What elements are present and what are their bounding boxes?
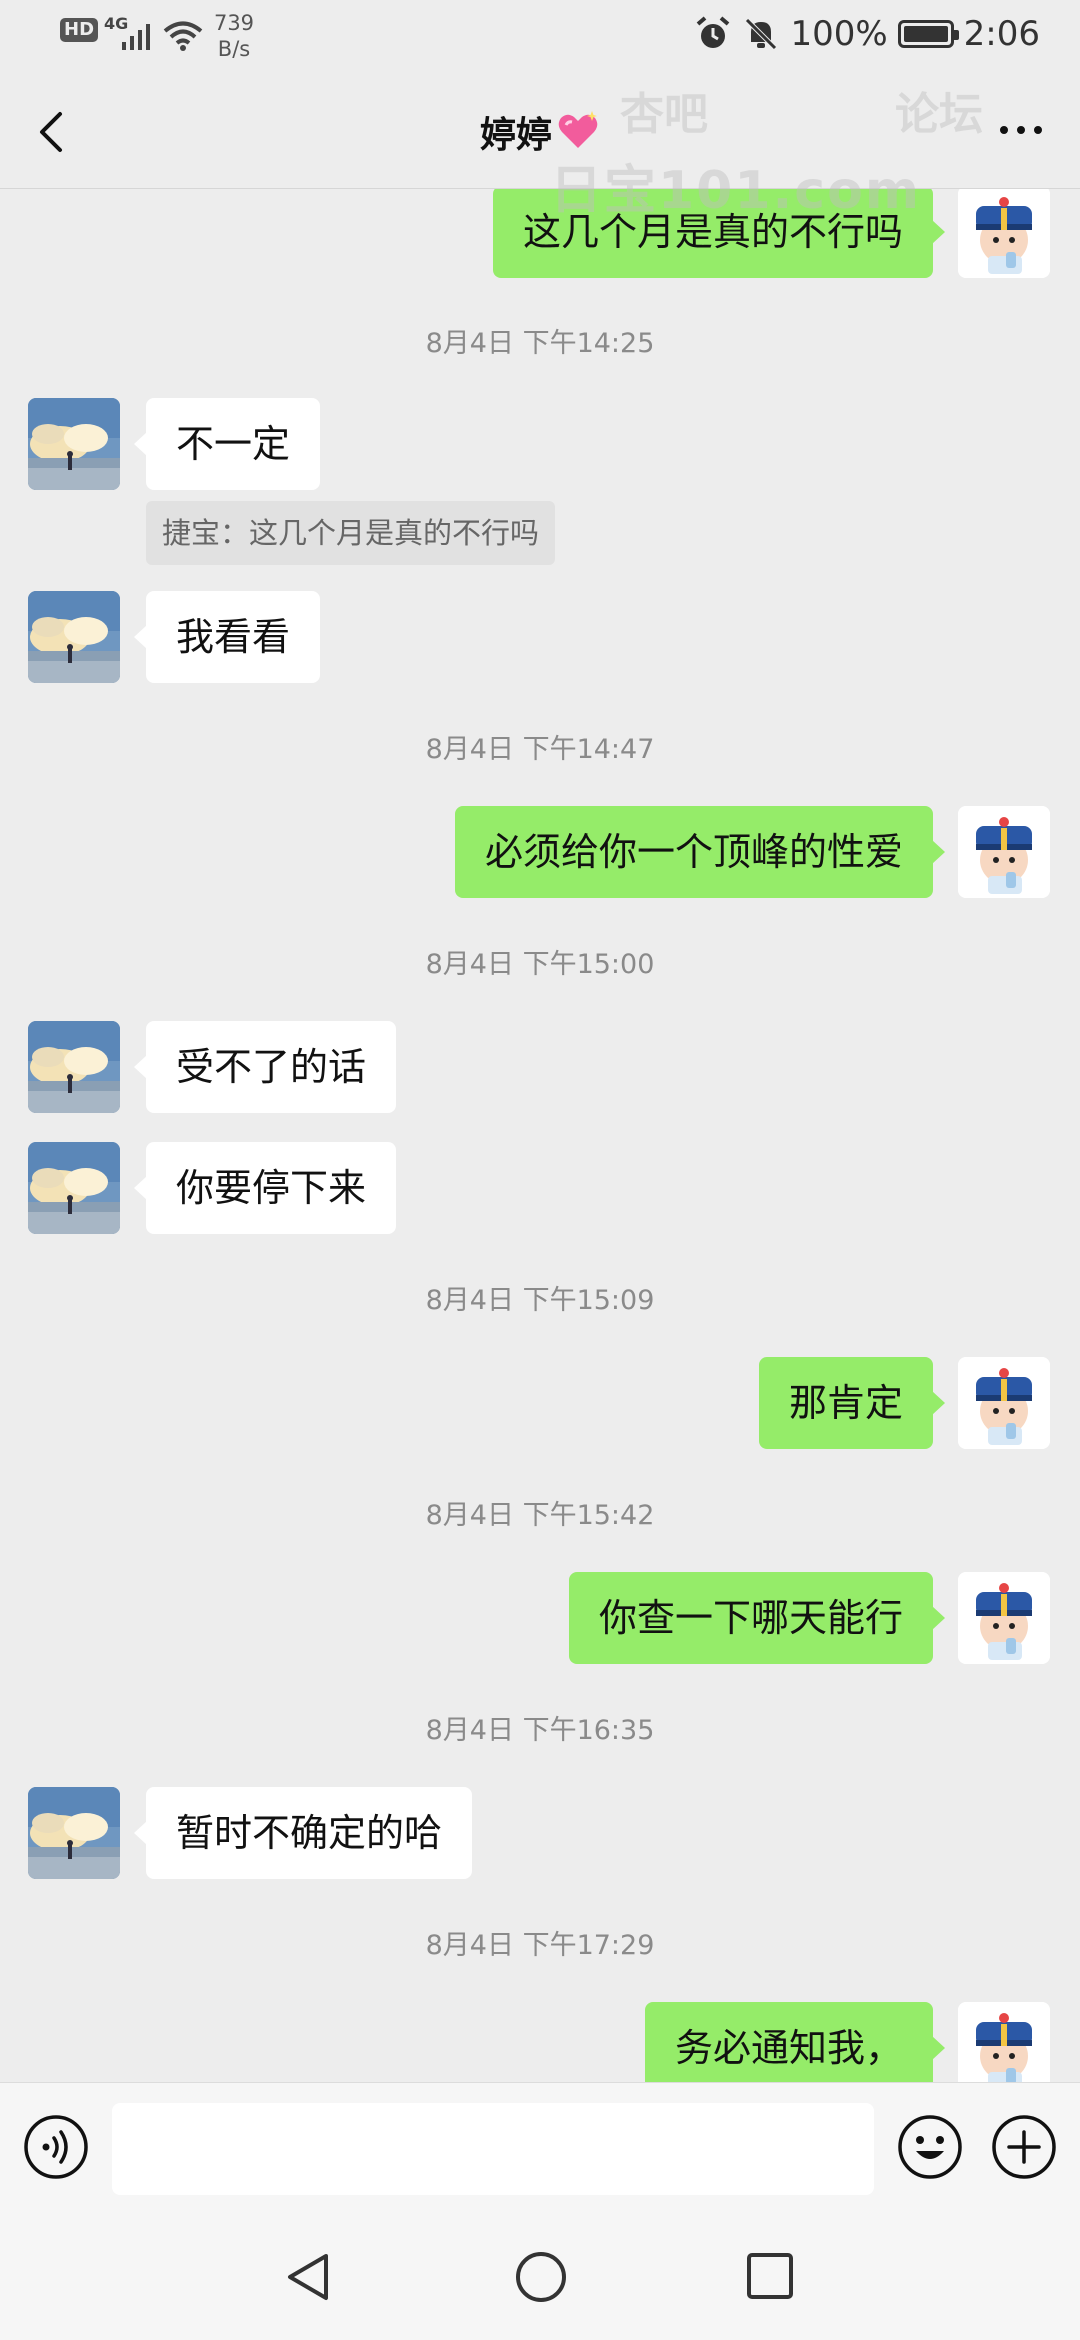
status-right: 100% 2:06 (694, 14, 1040, 54)
message-timestamp: 8月4日 下午15:09 (425, 1285, 655, 1316)
mute-icon (745, 18, 778, 50)
my-avatar[interactable] (958, 1572, 1050, 1664)
quoted-message[interactable]: 捷宝：这几个月是真的不行吗 (146, 501, 556, 565)
received-message[interactable]: 受不了的话 (133, 1021, 397, 1113)
contact-name: 婷婷 (479, 115, 552, 156)
my-avatar[interactable] (958, 806, 1050, 898)
chat-title: 婷婷 (0, 106, 1080, 158)
contact-avatar[interactable] (28, 591, 120, 683)
message-list[interactable]: 这几个月是真的不行吗 8月4日 下午14:25 不一定 捷宝：这几个月是真的不行… (0, 189, 1080, 2082)
net-speed-value: 739 (213, 11, 255, 35)
received-message[interactable]: 不一定 (133, 398, 321, 490)
contact-avatar[interactable] (28, 1021, 120, 1113)
hd-badge: HD (60, 18, 99, 42)
received-message[interactable]: 你要停下来 (133, 1142, 397, 1234)
status-left: HD (60, 18, 99, 42)
message-timestamp: 8月4日 下午15:00 (425, 949, 655, 980)
message-timestamp: 8月4日 下午15:42 (425, 1500, 655, 1531)
my-avatar[interactable] (958, 2002, 1050, 2082)
sent-message[interactable]: 必须给你一个顶峰的性爱 (454, 806, 946, 898)
nav-recent-icon[interactable] (744, 2250, 796, 2302)
received-message[interactable]: 我看看 (133, 591, 321, 683)
message-timestamp: 8月4日 下午17:29 (425, 1930, 655, 1961)
wifi-icon (162, 20, 204, 56)
system-navigation (0, 2212, 1080, 2340)
nav-back-icon[interactable] (282, 2250, 334, 2304)
sent-message[interactable]: 你查一下哪天能行 (568, 1572, 946, 1664)
nav-home-icon[interactable] (514, 2250, 568, 2304)
emoji-icon[interactable] (896, 2113, 964, 2181)
message-timestamp: 8月4日 下午16:35 (425, 1715, 655, 1746)
voice-icon[interactable] (22, 2113, 90, 2181)
message-timestamp: 8月4日 下午14:25 (425, 328, 655, 359)
my-avatar[interactable] (958, 1357, 1050, 1449)
sent-message[interactable]: 这几个月是真的不行吗 (492, 189, 946, 278)
net-speed-unit: B/s (217, 37, 251, 61)
contact-avatar[interactable] (28, 1787, 120, 1879)
chat-header: 婷婷 (0, 76, 1080, 189)
sparkling-heart-icon (558, 111, 598, 148)
received-message[interactable]: 暂时不确定的哈 (133, 1787, 473, 1879)
message-timestamp: 8月4日 下午14:47 (425, 734, 655, 765)
input-bar (0, 2082, 1080, 2213)
contact-avatar[interactable] (28, 398, 120, 490)
battery-icon (897, 20, 959, 48)
more-icon[interactable] (996, 120, 1046, 140)
clock: 2:06 (963, 14, 1040, 54)
net-speed: 739 B/s (212, 10, 256, 62)
status-bar: HD 4G 739 B/s 100% 2:06 (0, 0, 1080, 76)
alarm-icon (697, 16, 730, 48)
my-avatar[interactable] (958, 189, 1050, 278)
signal-icon (120, 22, 156, 56)
battery-percent: 100% (790, 14, 888, 54)
plus-icon[interactable] (990, 2113, 1058, 2181)
sent-message[interactable]: 那肯定 (758, 1357, 946, 1449)
sent-message[interactable]: 务必通知我， (644, 2002, 946, 2082)
contact-avatar[interactable] (28, 1142, 120, 1234)
message-input[interactable] (112, 2103, 874, 2195)
